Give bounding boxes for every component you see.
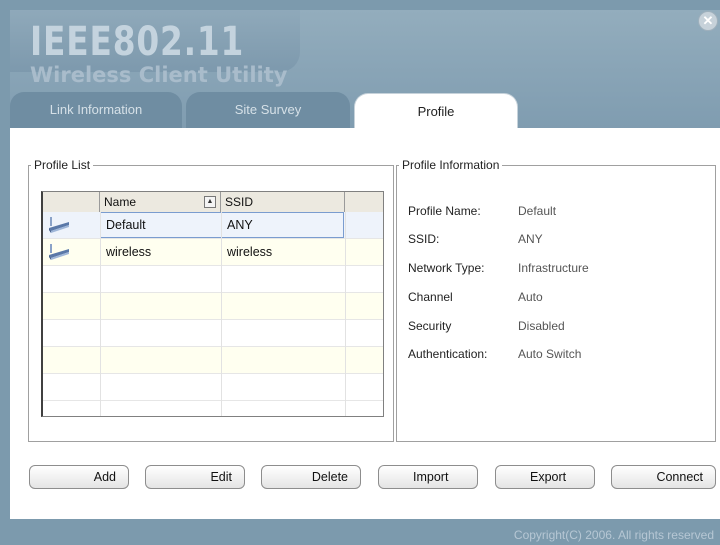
tab-profile[interactable]: Profile <box>354 93 518 130</box>
profile-panel: Profile List Name ▲ SSID Default ANY wir… <box>10 128 720 519</box>
info-label: Authentication: <box>408 347 488 361</box>
connect-button[interactable]: Connect <box>611 465 716 489</box>
table-row-empty <box>43 293 383 320</box>
import-button[interactable]: Import <box>378 465 478 489</box>
brand-title: IEEE802.11 <box>30 19 245 65</box>
info-label: Security <box>408 319 452 333</box>
edit-button[interactable]: Edit <box>145 465 245 489</box>
app-window: IEEE802.11 Wireless Client Utility ✕ Lin… <box>0 0 720 545</box>
network-adapter-icon <box>49 217 69 233</box>
row-ssid: wireless <box>227 245 273 259</box>
info-value: Disabled <box>518 319 565 333</box>
column-header-name[interactable]: Name ▲ <box>100 192 221 212</box>
info-value: Infrastructure <box>518 261 589 275</box>
table-header: Name ▲ SSID <box>43 192 383 213</box>
info-value: Auto Switch <box>518 347 582 361</box>
delete-button[interactable]: Delete <box>261 465 361 489</box>
close-icon[interactable]: ✕ <box>698 11 718 31</box>
info-label: Channel <box>408 290 453 304</box>
table-row-empty <box>43 374 383 401</box>
column-name-label: Name <box>104 195 137 209</box>
column-divider <box>100 212 101 416</box>
row-ssid: ANY <box>227 218 253 232</box>
app-subtitle: Wireless Client Utility <box>30 63 288 87</box>
profile-list-legend: Profile List <box>34 158 91 172</box>
table-row[interactable]: wireless wireless <box>43 239 383 266</box>
info-label: SSID: <box>408 232 440 246</box>
sort-ascending-icon[interactable]: ▲ <box>204 196 216 208</box>
row-name: wireless <box>106 245 152 259</box>
info-label: Network Type: <box>408 261 485 275</box>
table-row-empty <box>43 266 383 293</box>
table-row[interactable]: Default ANY <box>43 212 383 239</box>
table-row-empty <box>43 320 383 347</box>
profile-information-legend: Profile Information <box>402 158 500 172</box>
copyright-text: Copyright(C) 2006. All rights reserved <box>513 528 714 542</box>
info-value: Auto <box>518 290 543 304</box>
info-label: Profile Name: <box>408 204 481 218</box>
column-header-icon <box>43 192 100 212</box>
row-name: Default <box>106 218 146 232</box>
column-header-ssid[interactable]: SSID <box>221 192 345 212</box>
add-button[interactable]: Add <box>29 465 129 489</box>
tab-link-information[interactable]: Link Information <box>10 92 182 128</box>
info-value: ANY <box>518 232 543 246</box>
column-divider <box>221 212 222 416</box>
column-divider <box>345 212 346 416</box>
info-value: Default <box>518 204 557 218</box>
tab-site-survey[interactable]: Site Survey <box>186 92 350 128</box>
table-row-empty <box>43 347 383 374</box>
network-adapter-icon <box>49 244 69 260</box>
export-button[interactable]: Export <box>495 465 595 489</box>
profile-table[interactable]: Name ▲ SSID Default ANY wireless wireles… <box>41 191 384 417</box>
